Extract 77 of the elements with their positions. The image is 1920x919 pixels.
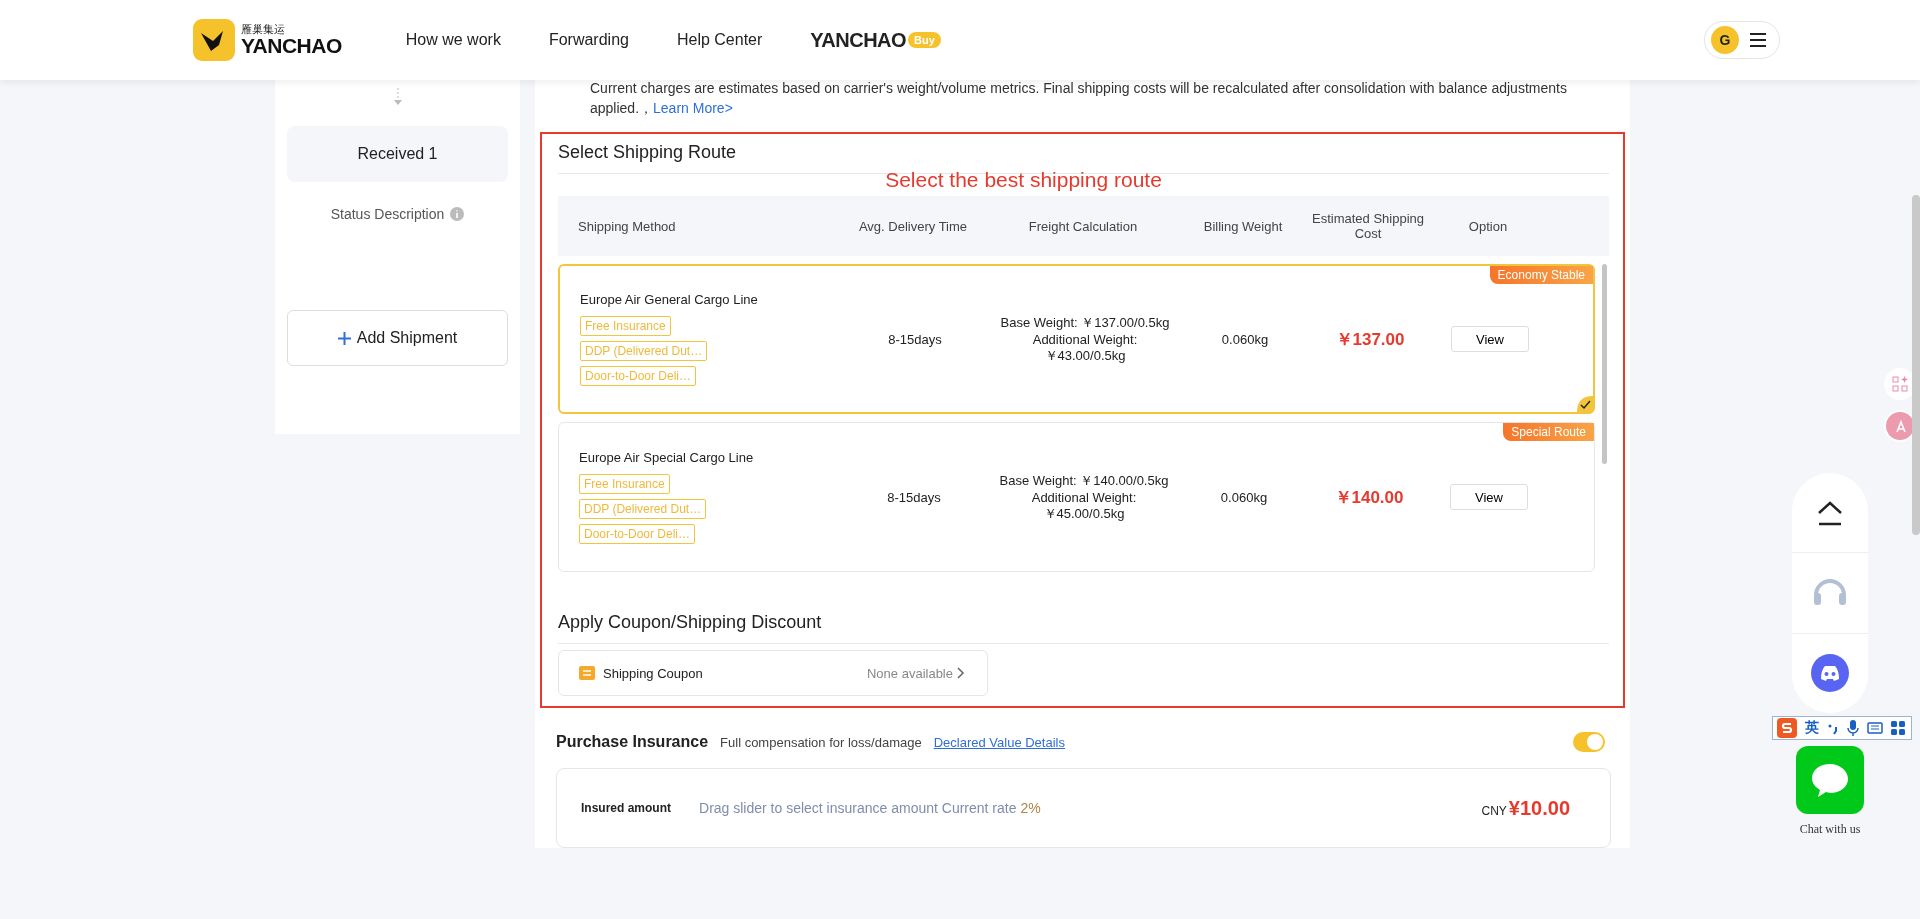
chevron-right-icon: [957, 667, 965, 679]
nav-link[interactable]: Help Center: [676, 31, 763, 49]
plus-icon: [337, 331, 351, 345]
microphone-icon[interactable]: [1847, 720, 1859, 736]
nav-link[interactable]: How we work: [405, 31, 501, 49]
additional-weight-price: ￥43.00/0.5kg: [1044, 347, 1126, 365]
section-title: Apply Coupon/Shipping Discount: [558, 608, 1609, 644]
status-label: Status Description: [330, 206, 445, 222]
insured-amount: ¥10.00: [1508, 796, 1570, 820]
ime-mode-label[interactable]: 英: [1805, 719, 1819, 737]
translate-icon: [1886, 412, 1914, 440]
grid-icon: [1892, 376, 1908, 392]
scrollbar[interactable]: [1602, 264, 1607, 464]
column-header: Avg. Delivery Time: [857, 218, 969, 234]
section-title: Purchase Insurance: [556, 733, 709, 751]
service-tag: Door-to-Door Deli…: [580, 366, 697, 386]
chat-button[interactable]: [1796, 746, 1864, 814]
brand-logo-text[interactable]: YANCHAO: [810, 28, 907, 52]
insurance-hint: Drag slider to select insurance amount Current rate 2%: [699, 800, 1041, 816]
keyboard-icon[interactable]: [1867, 722, 1883, 734]
coupon-label: Shipping Coupon: [603, 665, 703, 681]
billing-weight: 0.060kg: [1221, 331, 1269, 347]
additional-weight-label: Additional Weight:: [1031, 489, 1137, 505]
menu-icon: [1749, 32, 1767, 48]
page-scrollbar[interactable]: [1912, 195, 1920, 535]
coupon-selector[interactable]: Shipping Coupon None available: [558, 650, 988, 696]
shipping-cost: ￥137.00: [1335, 328, 1405, 351]
column-header: Estimated Shipping Cost: [1311, 211, 1425, 241]
view-button[interactable]: View: [1450, 484, 1528, 510]
currency-label: CNY: [1481, 803, 1507, 818]
service-tag: Free Insurance: [579, 474, 670, 494]
status-step: Received 1: [287, 126, 508, 182]
declared-value-link[interactable]: Declared Value Details: [933, 734, 1065, 750]
delivery-time: 8-15days: [887, 489, 941, 505]
route-tag: Special Route: [1503, 423, 1594, 441]
delivery-time: 8-15days: [888, 331, 942, 347]
service-tag: Door-to-Door Deli…: [579, 524, 696, 544]
route-row[interactable]: Special Route Europe Air Special Cargo Line Free Insurance DDP (Delivered Dut… Door-to-Door Deli… 8-15days Base Weight: ￥140.00/0.5kg Additional Weight: ￥45.00/0.5kg 0.060kg ￥140.00 View: [558, 422, 1595, 572]
add-shipment-button[interactable]: Add Shipment: [287, 310, 508, 366]
view-button[interactable]: View: [1451, 326, 1529, 352]
notice-text: Current charges are estimates based on carrier's weight/volume metrics. Final shipping costs will be recalculated after consolidation with balance adjustments applied.，Learn More>: [590, 79, 1568, 118]
coupon-value: None available: [867, 665, 953, 681]
billing-weight: 0.060kg: [1220, 489, 1268, 505]
info-icon[interactable]: [450, 207, 465, 221]
down-arrow-icon: [392, 88, 403, 106]
additional-weight-label: Additional Weight:: [1032, 331, 1138, 347]
insured-amount-label: Insured amount: [581, 801, 671, 815]
bird-logo-icon[interactable]: [193, 19, 235, 61]
grid-icon[interactable]: [1891, 721, 1905, 735]
column-header: Billing Weight: [1202, 218, 1284, 234]
route-name: Europe Air General Cargo Line: [580, 292, 758, 307]
column-header: Option: [1467, 218, 1509, 234]
discord-icon: [1811, 654, 1849, 693]
route-name: Europe Air Special Cargo Line: [579, 450, 754, 465]
route-tag: Economy Stable: [1489, 266, 1593, 284]
column-header: Freight Calculation: [1027, 218, 1139, 234]
service-tag: Free Insurance: [580, 316, 671, 336]
nav-link[interactable]: Forwarding: [548, 31, 629, 49]
learn-more-link[interactable]: Learn More>: [653, 100, 733, 116]
route-row[interactable]: Economy Stable Europe Air General Cargo Line Free Insurance DDP (Delivered Dut… Door-to-Door Deli… 8-15days Base Weight: ￥137.00/0.5kg Additional Weight: ￥43.00/0.5kg 0.060kg ￥137.00 View: [558, 264, 1595, 414]
logo-subtitle: 雁巢集运: [241, 24, 286, 35]
avatar: G: [1711, 26, 1739, 54]
ticket-icon: [579, 666, 595, 680]
shipping-cost: ￥140.00: [1334, 486, 1404, 509]
logo-text: YANCHAO: [241, 35, 342, 56]
chat-label: Chat with us: [1798, 822, 1862, 837]
chat-bubble-icon: [1810, 762, 1850, 798]
insurance-toggle[interactable]: [1573, 732, 1605, 752]
additional-weight-price: ￥45.00/0.5kg: [1043, 505, 1125, 523]
checkmark-icon: [1577, 396, 1593, 412]
base-weight: Base Weight: ￥140.00/0.5kg: [999, 471, 1169, 490]
column-header: Shipping Method: [578, 218, 677, 234]
brand-badge: Buy: [908, 32, 941, 48]
insurance-subtitle: Full compensation for loss/damage: [720, 734, 922, 750]
base-weight: Base Weight: ￥137.00/0.5kg: [1000, 313, 1170, 332]
service-tag: DDP (Delivered Dut…: [580, 341, 708, 361]
service-tag: DDP (Delivered Dut…: [579, 499, 707, 519]
